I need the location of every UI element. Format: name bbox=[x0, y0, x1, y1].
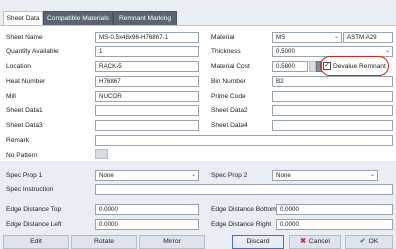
sheet-data4-label: Sheet Data4 bbox=[211, 122, 248, 129]
material-cost-label: Material Cost bbox=[211, 63, 250, 70]
edge-right-field[interactable]: 0.0000 bbox=[276, 219, 393, 230]
sheet-name-field[interactable]: MS-0.5x48x96-H76867-1 bbox=[95, 32, 199, 43]
cancel-label: Cancel bbox=[308, 238, 330, 245]
location-label: Location bbox=[6, 63, 31, 70]
sheet-data2-field[interactable] bbox=[272, 105, 393, 116]
edge-bottom-field[interactable]: 0.0000 bbox=[276, 204, 393, 215]
bin-number-field[interactable]: B2 bbox=[272, 76, 393, 87]
discard-button[interactable]: Discard bbox=[232, 235, 284, 249]
spec-prop1-label: Spec Prop 1 bbox=[6, 172, 43, 179]
edge-top-label: Edge Distance Top bbox=[6, 206, 62, 213]
remark-label: Remark bbox=[6, 137, 30, 144]
ok-button[interactable]: ✔ OK bbox=[345, 235, 393, 249]
sheet-data2-label: Sheet Data2 bbox=[211, 107, 248, 114]
location-field[interactable]: RACK-5 bbox=[95, 61, 199, 72]
spec-instruction-field[interactable] bbox=[95, 184, 393, 195]
chevron-down-icon: ⌄ bbox=[369, 172, 375, 178]
edit-button[interactable]: Edit bbox=[3, 235, 69, 249]
check-icon: ✔ bbox=[359, 238, 366, 245]
mirror-button[interactable]: Mirror bbox=[139, 235, 205, 249]
edge-left-label: Edge Distance Left bbox=[6, 221, 62, 228]
sheet-data3-field[interactable] bbox=[95, 120, 199, 131]
prime-code-field[interactable] bbox=[272, 91, 393, 102]
thickness-label: Thickness bbox=[211, 48, 241, 55]
highlight-circle bbox=[320, 56, 389, 76]
edge-left-field[interactable]: 0.0000 bbox=[95, 219, 199, 230]
bin-number-label: Bin Number bbox=[211, 78, 246, 85]
sheet-name-label: Sheet Name bbox=[6, 34, 43, 41]
spec-instruction-label: Spec Instruction bbox=[6, 186, 54, 193]
x-icon: ✖ bbox=[300, 238, 306, 245]
thickness-value: 0.5000 bbox=[276, 48, 295, 55]
edge-top-field[interactable]: 0.0000 bbox=[95, 204, 199, 215]
material-spec-field: ASTM A29 bbox=[343, 32, 393, 43]
sheet-data3-label: Sheet Data3 bbox=[6, 122, 43, 129]
quantity-field[interactable]: 1 bbox=[95, 46, 199, 57]
remark-field[interactable] bbox=[95, 135, 393, 146]
mill-label: Mill bbox=[6, 93, 16, 100]
material-cost-field[interactable]: 0.5800 bbox=[272, 61, 308, 72]
cost-spin-button[interactable] bbox=[309, 61, 316, 72]
edge-right-label: Edge Distance Right bbox=[211, 221, 272, 228]
spec-prop2-label: Spec Prop 2 bbox=[211, 172, 248, 179]
material-value: MS bbox=[276, 34, 286, 41]
spec-prop1-value: None bbox=[99, 172, 114, 179]
sheet-data1-label: Sheet Data1 bbox=[6, 107, 43, 114]
heat-number-field[interactable]: H76867 bbox=[95, 76, 199, 87]
rotate-button[interactable]: Rotate bbox=[71, 235, 137, 249]
tab-sheet-data[interactable]: Sheet Data bbox=[3, 11, 43, 26]
chevron-down-icon: ⌄ bbox=[384, 48, 390, 54]
spec-prop1-select[interactable]: None ⌄ bbox=[95, 170, 199, 181]
heat-number-label: Heat Number bbox=[6, 78, 46, 85]
tab-remnant-marking[interactable]: Remnant Marking bbox=[113, 11, 177, 25]
edge-bottom-label: Edge Distance Bottom bbox=[211, 206, 277, 213]
chevron-down-icon: ⌄ bbox=[190, 172, 196, 178]
sheet-data4-field[interactable] bbox=[272, 120, 393, 131]
no-pattern-checkbox[interactable] bbox=[95, 149, 108, 159]
no-pattern-label: No Pattern bbox=[6, 152, 38, 159]
material-select[interactable]: MS ⌄ bbox=[272, 32, 342, 43]
chevron-down-icon: ⌄ bbox=[333, 34, 339, 40]
quantity-label: Quantity Available bbox=[6, 48, 59, 55]
spec-prop2-select[interactable]: None ⌄ bbox=[272, 170, 378, 181]
sheet-data1-field[interactable] bbox=[95, 105, 199, 116]
prime-code-label: Prime Code bbox=[211, 93, 246, 100]
material-label: Material bbox=[211, 34, 235, 41]
ok-label: OK bbox=[368, 238, 379, 245]
cancel-button[interactable]: ✖ Cancel bbox=[289, 235, 341, 249]
spec-prop2-value: None bbox=[276, 172, 291, 179]
mill-field[interactable]: NUCOR bbox=[95, 91, 199, 102]
tab-compatible-materials[interactable]: Compatible Materials bbox=[43, 11, 113, 25]
